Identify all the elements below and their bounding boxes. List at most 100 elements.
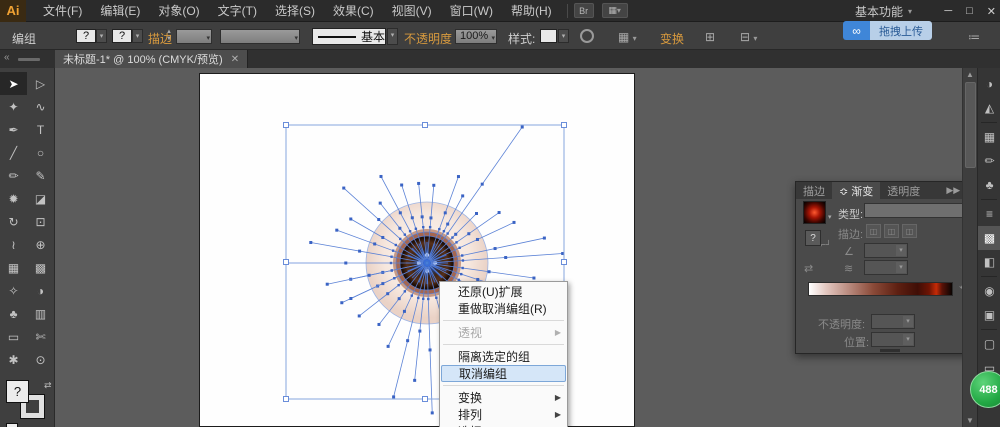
- scrollbar-thumb[interactable]: [965, 82, 976, 168]
- drag-upload-button[interactable]: 拖拽上传: [870, 21, 932, 40]
- isolate-selected-icon[interactable]: ⊟ ▾: [740, 30, 757, 44]
- overlay-speed-badge[interactable]: 488: [970, 371, 1000, 408]
- pen-tool-icon[interactable]: ✒: [0, 118, 27, 141]
- selection-tool-icon[interactable]: ➤: [0, 72, 27, 95]
- eyedropper-tool-icon[interactable]: ✧: [0, 279, 27, 302]
- document-tab[interactable]: 未标题-1* @ 100% (CMYK/预览) ✕: [55, 50, 249, 68]
- gradient-tool-icon[interactable]: ▩: [27, 256, 54, 279]
- blend-tool-icon[interactable]: ◑: [27, 279, 54, 302]
- context-menu-item[interactable]: 隔离选定的组: [441, 348, 566, 365]
- scroll-down-icon[interactable]: ▼: [963, 416, 977, 425]
- swap-fill-stroke-icon[interactable]: ⇄: [44, 380, 52, 391]
- go-to-bridge-icon[interactable]: Br: [573, 3, 594, 18]
- menu-O[interactable]: 对象(O): [149, 0, 208, 22]
- paintbrush-tool-icon[interactable]: ✏: [0, 164, 27, 187]
- maximize-button[interactable]: □: [966, 5, 973, 17]
- line-segment-tool-icon[interactable]: ╱: [0, 141, 27, 164]
- menu-F[interactable]: 文件(F): [34, 0, 91, 22]
- arrange-documents-icon[interactable]: ▦ ▾: [601, 3, 628, 18]
- stroke-color-caret[interactable]: ▾: [132, 29, 143, 43]
- scroll-up-icon[interactable]: ▲: [963, 70, 977, 79]
- magic-wand-tool-icon[interactable]: ✦: [0, 95, 27, 118]
- context-menu-item[interactable]: 重做取消编组(R): [441, 300, 566, 317]
- minimize-button[interactable]: ─: [944, 5, 952, 17]
- direct-selection-tool-icon[interactable]: ▷: [27, 72, 54, 95]
- graphic-styles-panel-icon[interactable]: ▣: [978, 303, 1000, 327]
- eraser-tool-icon[interactable]: ◪: [27, 187, 54, 210]
- context-menu-item[interactable]: 选择▶: [441, 423, 566, 427]
- panel-tab-描边[interactable]: 描边: [796, 182, 832, 199]
- stroke-panel-icon[interactable]: ≡: [978, 202, 1000, 226]
- stroke-gradient-within-button[interactable]: ◫: [866, 224, 881, 238]
- type-tool-icon[interactable]: T: [27, 118, 54, 141]
- context-menu-item[interactable]: 还原(U)扩展: [441, 283, 566, 300]
- symbols-panel-icon[interactable]: ♣: [978, 173, 1000, 197]
- stroke-width-dropdown[interactable]: ▾: [176, 29, 212, 44]
- lasso-tool-icon[interactable]: ∿: [27, 95, 54, 118]
- gradient-thumb-caret[interactable]: ▾: [828, 213, 832, 221]
- mesh-tool-icon[interactable]: ▦: [0, 256, 27, 279]
- pencil-tool-icon[interactable]: ✎: [27, 164, 54, 187]
- variable-width-profile-dropdown[interactable]: ▾: [220, 29, 300, 44]
- collapse-toolbox-icon[interactable]: «: [4, 52, 10, 63]
- cloud-upload-icon[interactable]: ∞: [843, 21, 870, 40]
- opacity-dropdown[interactable]: 100% ▾: [455, 29, 497, 44]
- panel-tab-透明度[interactable]: 透明度: [880, 182, 927, 199]
- graph-tool-icon[interactable]: ▥: [27, 302, 54, 325]
- align-objects-icon[interactable]: ▦ ▾: [618, 30, 637, 44]
- close-tab-icon[interactable]: ✕: [231, 54, 239, 65]
- transparency-panel-icon[interactable]: ◧: [978, 250, 1000, 274]
- brush-definition-caret[interactable]: ▾: [387, 28, 398, 45]
- swatches-panel-icon[interactable]: ▦: [978, 125, 1000, 149]
- layers-panel-icon[interactable]: ▢: [978, 332, 1000, 356]
- gradient-thumbnail[interactable]: [803, 201, 826, 224]
- context-menu-item[interactable]: 排列 ▶: [441, 406, 566, 423]
- zoom-tool-icon[interactable]: ⊙: [27, 348, 54, 371]
- rotate-tool-icon[interactable]: ↻: [0, 210, 27, 233]
- style-caret[interactable]: ▾: [558, 29, 569, 43]
- menu-E[interactable]: 编辑(E): [91, 0, 149, 22]
- default-fill-stroke-icon[interactable]: [6, 423, 18, 427]
- reverse-gradient-icon[interactable]: ⇄: [804, 262, 813, 275]
- slice-tool-icon[interactable]: ✄: [27, 325, 54, 348]
- gradient-panel-icon-icon[interactable]: ▩: [978, 226, 1000, 250]
- context-menu-item[interactable]: 变换 ▶: [441, 389, 566, 406]
- style-swatch[interactable]: [540, 29, 557, 43]
- free-transform-tool-icon[interactable]: ⊡: [27, 210, 54, 233]
- expand-panel-icon[interactable]: ▶▶: [946, 185, 960, 196]
- brushes-panel-icon[interactable]: ✏: [978, 149, 1000, 173]
- menu-H[interactable]: 帮助(H): [502, 0, 561, 22]
- stroke-gradient-across-button[interactable]: ◫: [902, 224, 917, 238]
- toolbox-grip[interactable]: [18, 58, 40, 61]
- stroke-color-swatch[interactable]: ?: [112, 29, 132, 43]
- gradient-fill-stroke-proxy[interactable]: ?: [805, 230, 821, 246]
- stroke-gradient-along-button[interactable]: ◫: [884, 224, 899, 238]
- symbol-sprayer-tool-icon[interactable]: ♣: [0, 302, 27, 325]
- fill-color-swatch[interactable]: ?: [76, 29, 96, 43]
- bounding-box-icon[interactable]: ⊞: [705, 30, 715, 44]
- menu-W[interactable]: 窗口(W): [441, 0, 502, 22]
- menu-T[interactable]: 文字(T): [209, 0, 266, 22]
- workspace-switcher[interactable]: 基本功能 ▾: [855, 0, 912, 22]
- panel-menu-icon[interactable]: ≔: [968, 30, 980, 44]
- menu-S[interactable]: 选择(S): [266, 0, 324, 22]
- width-tool-icon[interactable]: ≀: [0, 233, 27, 256]
- hand-tool-icon[interactable]: ✱: [0, 348, 27, 371]
- fill-proxy-swatch[interactable]: ?: [6, 380, 29, 403]
- appearance-panel-icon[interactable]: ◉: [978, 279, 1000, 303]
- brush-definition-dropdown[interactable]: 基本: [312, 28, 386, 45]
- context-menu-item[interactable]: 取消编组: [441, 365, 566, 382]
- fill-color-caret[interactable]: ▾: [96, 29, 107, 43]
- close-button[interactable]: ✕: [987, 5, 996, 18]
- panel-resize-grip[interactable]: [880, 349, 900, 352]
- menu-V[interactable]: 视图(V): [383, 0, 441, 22]
- recolor-artwork-icon[interactable]: [580, 29, 594, 43]
- artboard-tool-icon[interactable]: ▭: [0, 325, 27, 348]
- color-guide-panel-icon[interactable]: ◭: [978, 96, 1000, 120]
- canvas-area[interactable]: 描边≎ 渐变透明度▶▶▾≡ ▾ 类型: ▾ ? ⌐┘ 描边: ◫ ◫ ◫ ∠ ▾…: [55, 68, 981, 427]
- shape-builder-tool-icon[interactable]: ⊕: [27, 233, 54, 256]
- menu-C[interactable]: 效果(C): [324, 0, 383, 22]
- blob-brush-tool-icon[interactable]: ✹: [0, 187, 27, 210]
- transform-link[interactable]: 变换: [660, 30, 684, 47]
- ellipse-tool-icon[interactable]: ○: [27, 141, 54, 164]
